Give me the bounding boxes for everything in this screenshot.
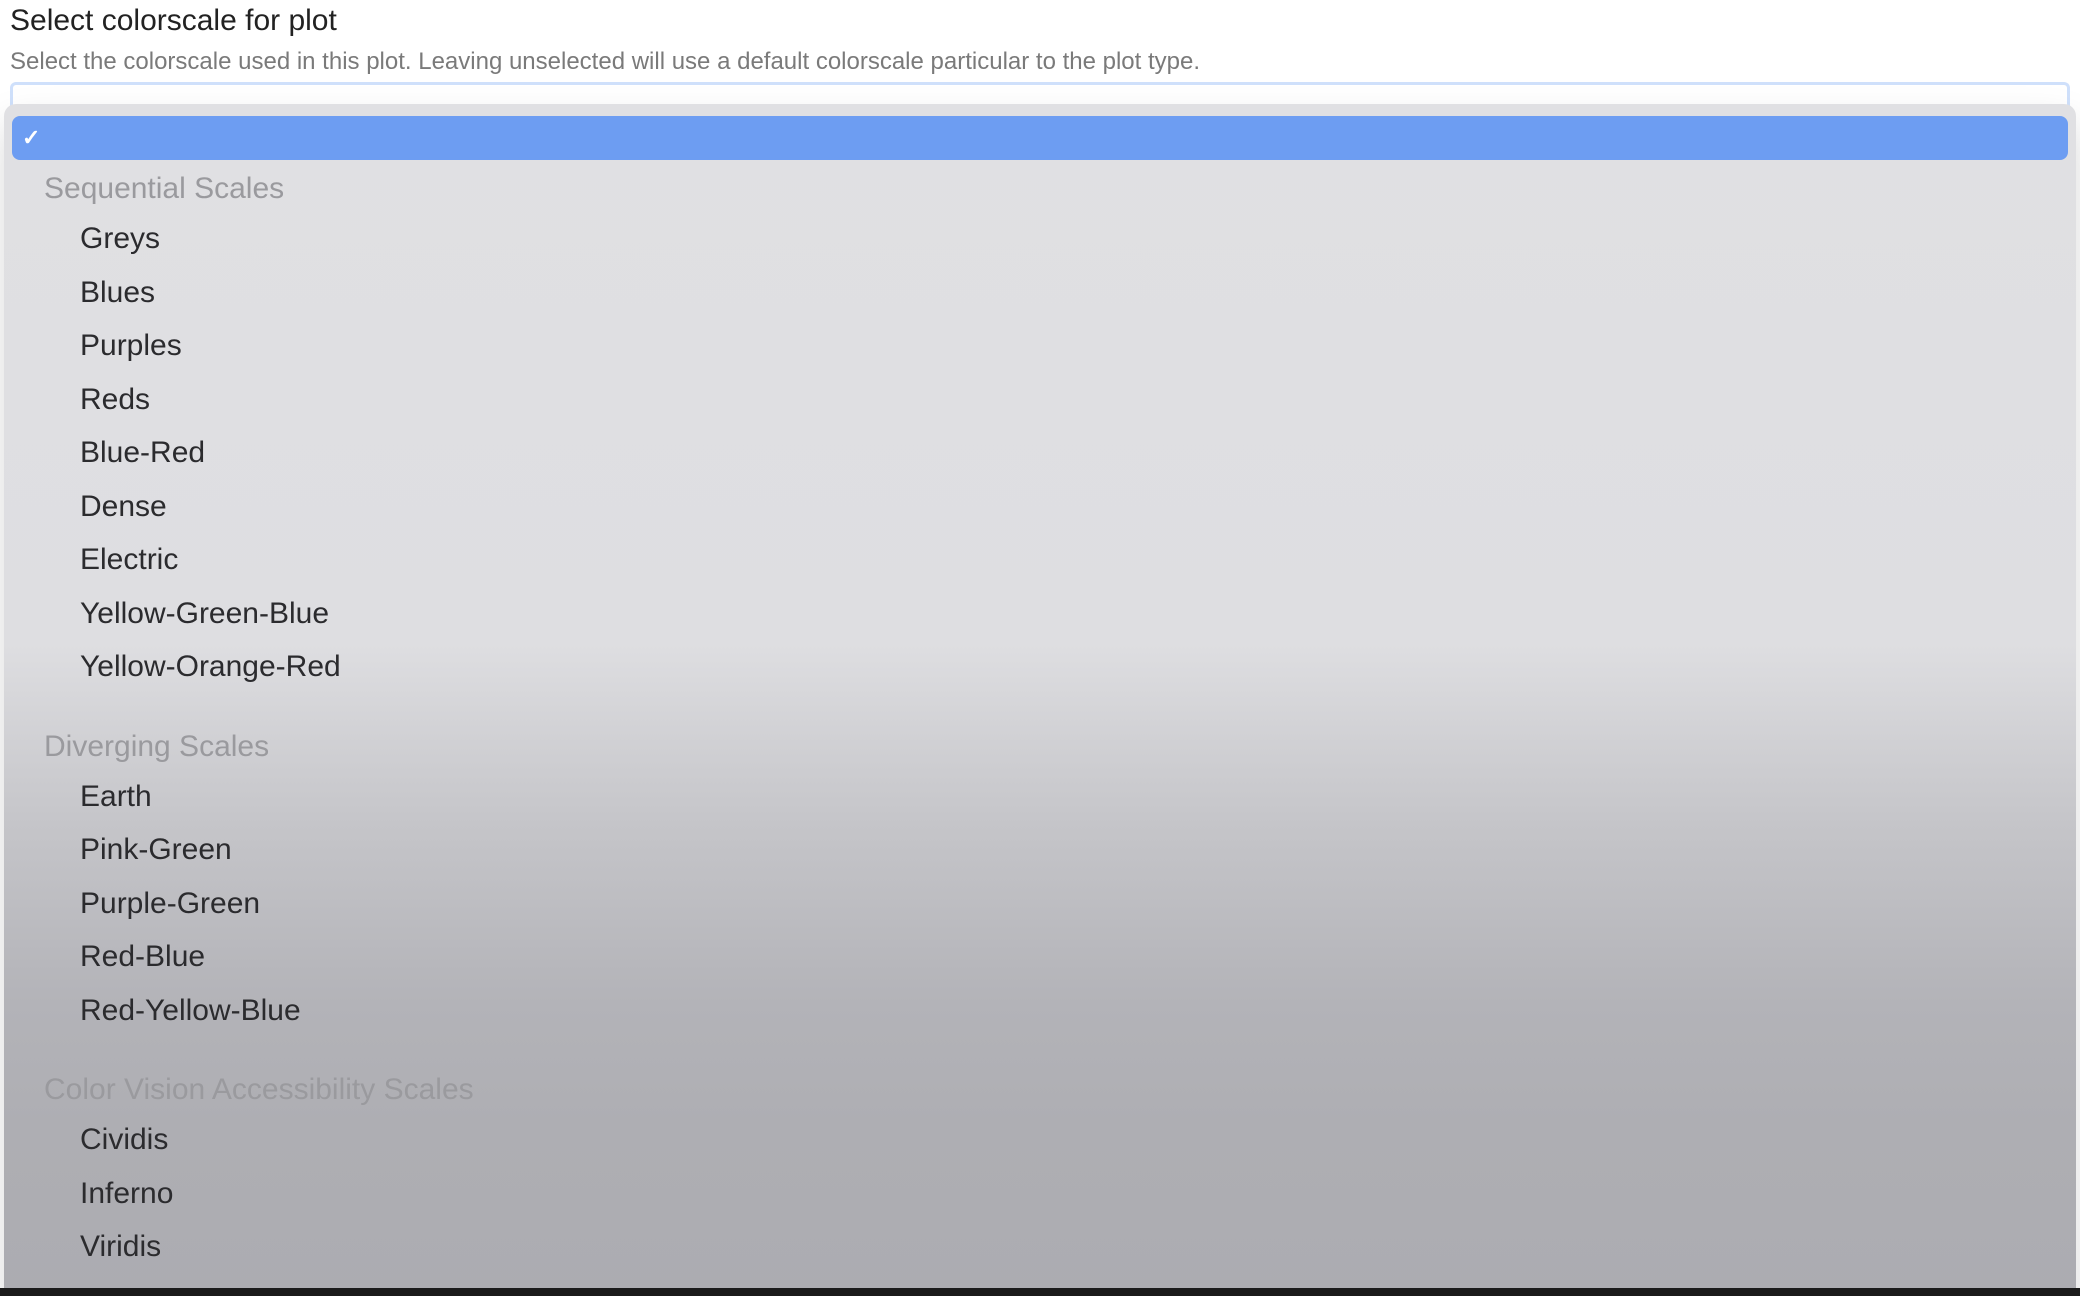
form-container: Select colorscale for plot Select the co… [0, 0, 2080, 1296]
group-spacer [12, 694, 2068, 712]
option-red-blue[interactable]: Red-Blue [12, 930, 2068, 984]
option-reds[interactable]: Reds [12, 373, 2068, 427]
option-purple-green[interactable]: Purple-Green [12, 877, 2068, 931]
field-label: Select colorscale for plot [10, 4, 2070, 38]
option-pink-green[interactable]: Pink-Green [12, 823, 2068, 877]
select-wrapper: ✓ Sequential Scales Greys Blues Purples … [10, 82, 2070, 112]
dropdown-selected-option[interactable]: ✓ [12, 116, 2068, 160]
window-bottom-edge [0, 1288, 2080, 1296]
option-blue-red[interactable]: Blue-Red [12, 426, 2068, 480]
option-purples[interactable]: Purples [12, 319, 2068, 373]
option-electric[interactable]: Electric [12, 533, 2068, 587]
option-earth[interactable]: Earth [12, 770, 2068, 824]
group-spacer [12, 1037, 2068, 1055]
option-inferno[interactable]: Inferno [12, 1167, 2068, 1221]
dropdown-group-label-accessibility: Color Vision Accessibility Scales [12, 1055, 2068, 1113]
dropdown-group-label-sequential: Sequential Scales [12, 164, 2068, 212]
check-icon: ✓ [22, 125, 40, 151]
option-yellow-orange-red[interactable]: Yellow-Orange-Red [12, 640, 2068, 694]
option-greys[interactable]: Greys [12, 212, 2068, 266]
field-description: Select the colorscale used in this plot.… [10, 48, 2070, 76]
option-viridis[interactable]: Viridis [12, 1220, 2068, 1274]
option-dense[interactable]: Dense [12, 480, 2068, 534]
option-red-yellow-blue[interactable]: Red-Yellow-Blue [12, 984, 2068, 1038]
colorscale-dropdown[interactable]: ✓ Sequential Scales Greys Blues Purples … [4, 104, 2076, 1296]
dropdown-group-label-diverging: Diverging Scales [12, 712, 2068, 770]
option-cividis[interactable]: Cividis [12, 1113, 2068, 1167]
option-blues[interactable]: Blues [12, 266, 2068, 320]
option-yellow-green-blue[interactable]: Yellow-Green-Blue [12, 587, 2068, 641]
